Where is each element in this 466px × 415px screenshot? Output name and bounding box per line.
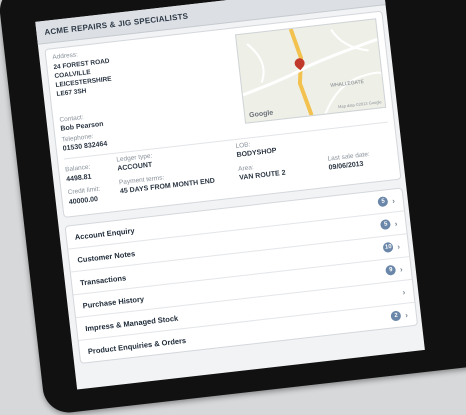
chevron-right-icon: › xyxy=(391,195,396,206)
balance-value: 4498.81 xyxy=(65,173,92,184)
count-badge: 10 xyxy=(382,241,394,253)
chevron-right-icon: › xyxy=(399,264,404,274)
count-badge: 2 xyxy=(390,310,402,322)
customer-card: Address: 24 FOREST ROAD COALVILLE LEICES… xyxy=(44,10,402,218)
chevron-right-icon: › xyxy=(394,218,398,228)
count-badge: 9 xyxy=(385,264,397,276)
address-block: 24 FOREST ROAD COALVILLE LEICESTERSHIRE … xyxy=(53,57,113,99)
tablet-frame: ACME REPAIRS & JIG SPECIALISTS Address: … xyxy=(0,0,466,415)
credit-limit-value: 40000.00 xyxy=(68,195,99,207)
map-graphic xyxy=(242,28,384,116)
count-badge: 5 xyxy=(377,196,389,208)
location-map[interactable]: WHALLEGATE Google Map data ©2013 Google xyxy=(234,18,387,124)
menu-list: Account Enquiry 5 › Customer Notes 5 › T… xyxy=(64,187,419,364)
chevron-right-icon: › xyxy=(402,287,406,297)
chevron-right-icon: › xyxy=(404,310,409,320)
count-badge: 5 xyxy=(380,218,392,231)
tablet-screen: ACME REPAIRS & JIG SPECIALISTS Address: … xyxy=(35,0,425,390)
chevron-right-icon: › xyxy=(396,241,401,251)
